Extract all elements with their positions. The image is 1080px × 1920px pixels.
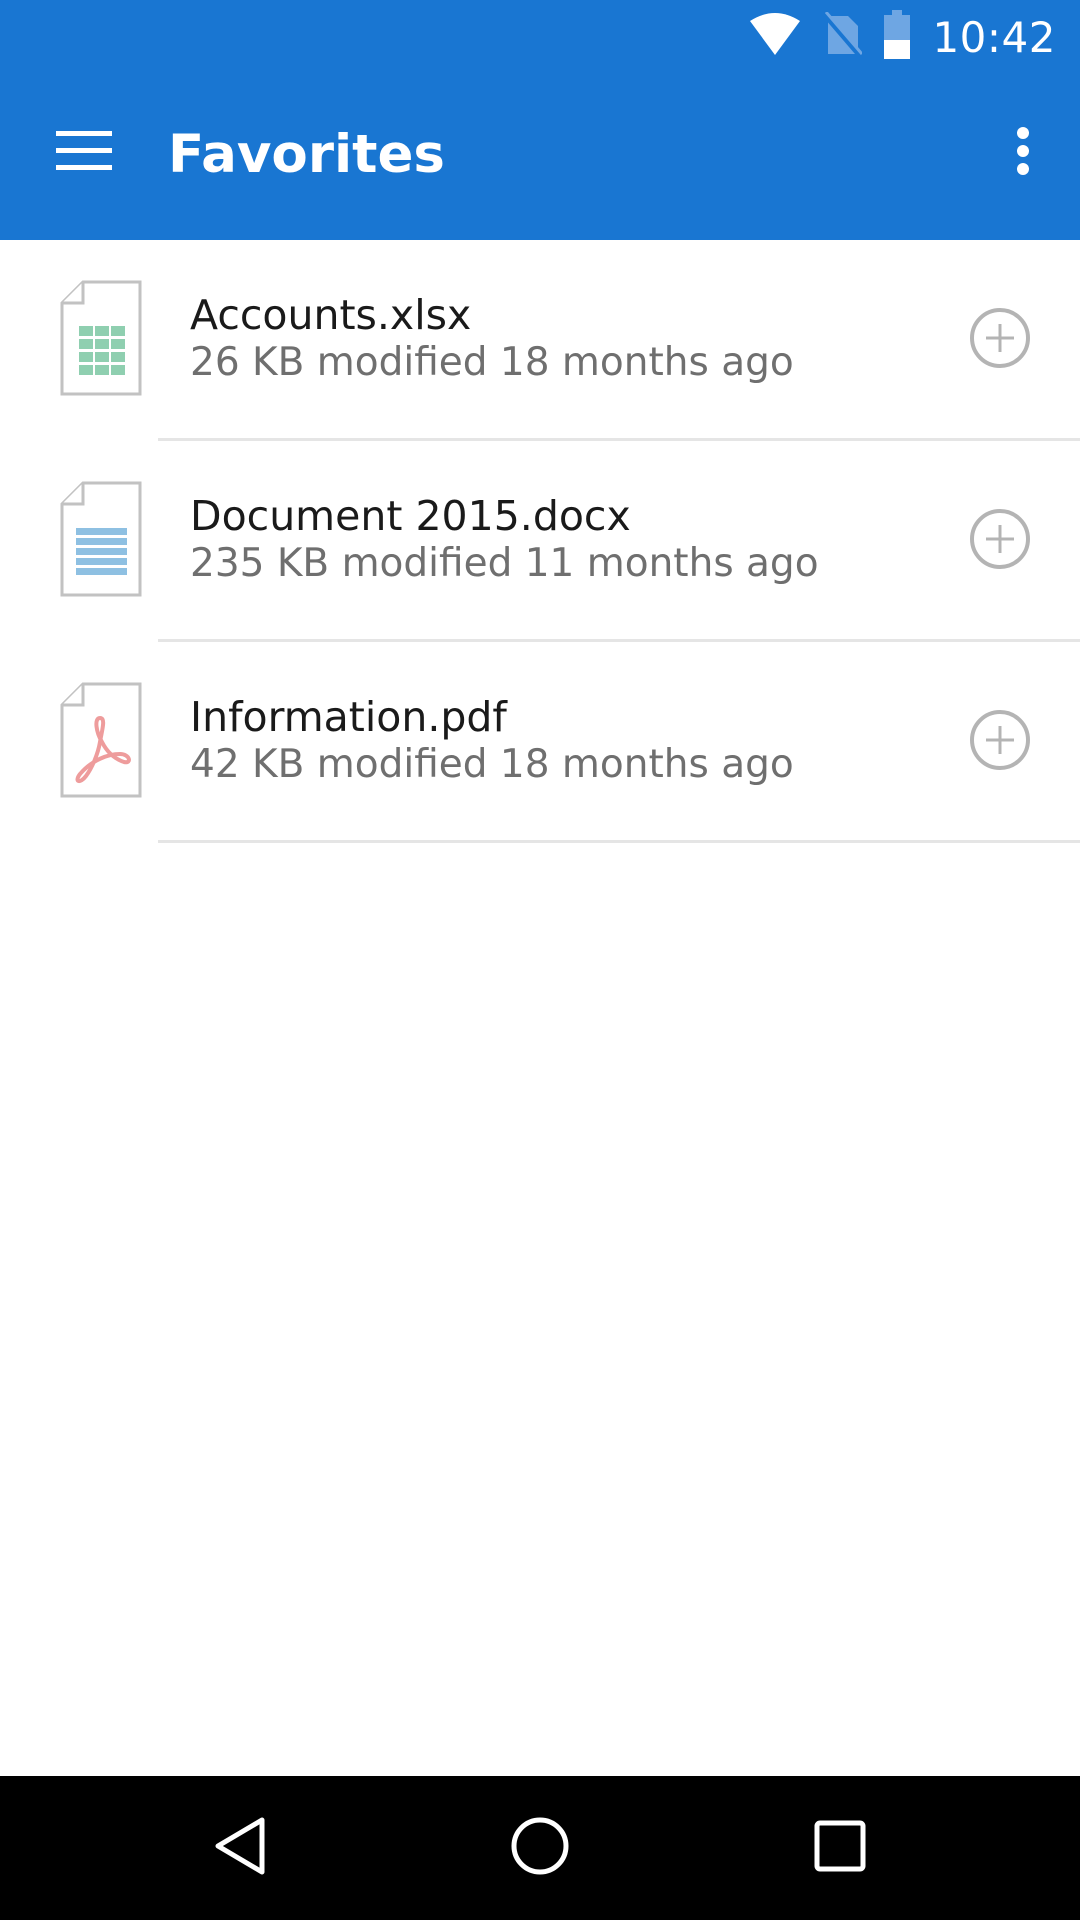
battery-icon xyxy=(882,10,912,64)
navigation-drawer-button[interactable] xyxy=(34,114,134,192)
page-title: Favorites xyxy=(168,124,445,185)
document-file-icon xyxy=(56,479,146,599)
wifi-icon xyxy=(748,13,802,61)
home-button[interactable] xyxy=(490,1798,590,1898)
add-button[interactable] xyxy=(966,708,1034,776)
status-icons: 10:42 xyxy=(748,0,1056,74)
add-circle-icon xyxy=(968,507,1032,575)
add-button[interactable] xyxy=(966,507,1034,575)
recents-icon xyxy=(813,1819,867,1877)
hamburger-menu-icon xyxy=(56,131,112,175)
list-divider xyxy=(158,840,1080,843)
list-item[interactable]: Document 2015.docx 235 KB modified 11 mo… xyxy=(0,441,1080,642)
file-name: Document 2015.docx xyxy=(190,492,631,540)
spreadsheet-file-icon xyxy=(56,278,146,398)
file-name: Information.pdf xyxy=(190,693,507,741)
status-time: 10:42 xyxy=(932,12,1056,62)
list-item[interactable]: Information.pdf 42 KB modified 18 months… xyxy=(0,642,1080,843)
more-vert-icon xyxy=(1016,127,1030,179)
file-name: Accounts.xlsx xyxy=(190,291,472,339)
list-item[interactable]: Accounts.xlsx 26 KB modified 18 months a… xyxy=(0,240,1080,441)
add-circle-icon xyxy=(968,708,1032,776)
home-icon xyxy=(510,1816,570,1880)
add-button[interactable] xyxy=(966,306,1034,374)
pdf-file-icon xyxy=(56,680,146,800)
file-meta: 42 KB modified 18 months ago xyxy=(190,742,794,787)
recents-button[interactable] xyxy=(790,1798,890,1898)
favorites-screen: 10:42 Favorites Accounts.xlsx 26 KB modi… xyxy=(0,0,1080,1920)
no-sim-icon xyxy=(822,11,864,62)
back-icon xyxy=(212,1816,268,1880)
add-circle-icon xyxy=(968,306,1032,374)
system-navigation-bar xyxy=(0,1776,1080,1920)
back-button[interactable] xyxy=(190,1798,290,1898)
file-meta: 235 KB modified 11 months ago xyxy=(190,541,819,586)
overflow-menu-button[interactable] xyxy=(988,114,1058,192)
favorites-file-list: Accounts.xlsx 26 KB modified 18 months a… xyxy=(0,240,1080,843)
app-bar: Favorites xyxy=(0,74,1080,240)
status-bar: 10:42 xyxy=(0,0,1080,74)
file-meta: 26 KB modified 18 months ago xyxy=(190,340,794,385)
